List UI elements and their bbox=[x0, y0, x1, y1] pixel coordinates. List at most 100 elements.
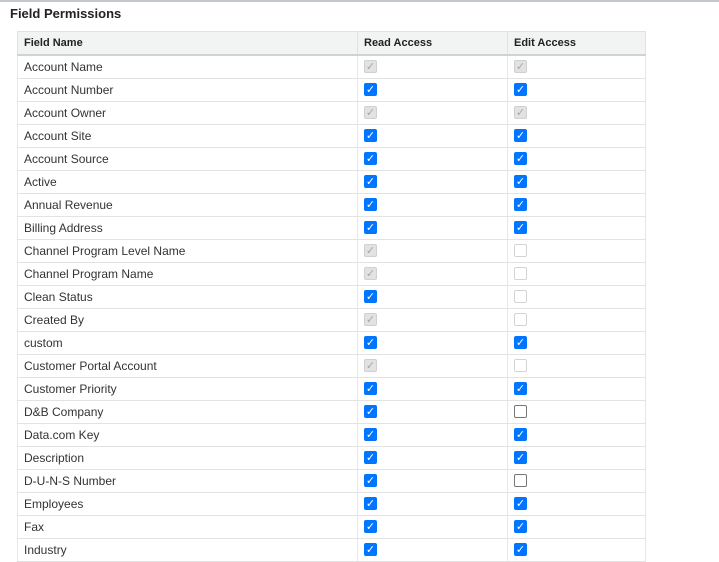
table-row: Channel Program Level Name ✓ bbox=[17, 239, 646, 263]
read-access-checkbox[interactable]: ✓ bbox=[364, 290, 377, 304]
column-header-edit-access: Edit Access bbox=[507, 31, 646, 56]
read-access-cell: ✓ bbox=[357, 170, 508, 194]
read-access-checkbox[interactable]: ✓ bbox=[364, 221, 377, 235]
edit-access-cell: ✓ bbox=[507, 446, 646, 470]
checkbox-checked-icon: ✓ bbox=[515, 520, 526, 534]
edit-access-checkbox[interactable]: ✓ bbox=[514, 129, 527, 143]
read-access-checkbox[interactable]: ✓ bbox=[364, 336, 377, 350]
edit-access-checkbox: ✓ bbox=[514, 106, 527, 120]
read-access-cell: ✓ bbox=[357, 78, 508, 102]
edit-access-checkbox[interactable] bbox=[514, 474, 527, 488]
read-access-checkbox[interactable]: ✓ bbox=[364, 451, 377, 465]
edit-access-cell bbox=[507, 262, 646, 286]
field-name-cell: Clean Status bbox=[17, 285, 358, 309]
read-access-cell: ✓ bbox=[357, 308, 508, 332]
edit-access-cell: ✓ bbox=[507, 538, 646, 562]
read-access-checkbox[interactable]: ✓ bbox=[364, 543, 377, 557]
edit-access-checkbox[interactable]: ✓ bbox=[514, 152, 527, 166]
read-access-checkbox[interactable]: ✓ bbox=[364, 198, 377, 212]
edit-access-checkbox[interactable]: ✓ bbox=[514, 221, 527, 235]
table-row: Account Owner ✓ ✓ bbox=[17, 101, 646, 125]
edit-access-cell: ✓ bbox=[507, 216, 646, 240]
read-access-checkbox: ✓ bbox=[364, 359, 377, 373]
checkbox-checked-icon: ✓ bbox=[365, 382, 376, 396]
edit-access-cell bbox=[507, 400, 646, 424]
read-access-checkbox: ✓ bbox=[364, 313, 377, 327]
edit-access-checkbox[interactable]: ✓ bbox=[514, 451, 527, 465]
table-row: Channel Program Name ✓ bbox=[17, 262, 646, 286]
table-row: Account Number ✓ ✓ bbox=[17, 78, 646, 102]
edit-access-checkbox bbox=[514, 267, 527, 281]
read-access-cell: ✓ bbox=[357, 446, 508, 470]
checkbox-checked-icon: ✓ bbox=[365, 497, 376, 511]
edit-access-checkbox bbox=[514, 359, 527, 373]
edit-access-cell: ✓ bbox=[507, 147, 646, 171]
edit-access-checkbox[interactable]: ✓ bbox=[514, 198, 527, 212]
checkbox-checked-icon: ✓ bbox=[515, 106, 526, 120]
read-access-checkbox: ✓ bbox=[364, 267, 377, 281]
checkbox-checked-icon: ✓ bbox=[515, 497, 526, 511]
checkbox-checked-icon: ✓ bbox=[365, 428, 376, 442]
column-header-field-name: Field Name bbox=[17, 31, 358, 56]
read-access-cell: ✓ bbox=[357, 400, 508, 424]
edit-access-cell: ✓ bbox=[507, 423, 646, 447]
read-access-cell: ✓ bbox=[357, 423, 508, 447]
edit-access-checkbox[interactable]: ✓ bbox=[514, 428, 527, 442]
read-access-cell: ✓ bbox=[357, 147, 508, 171]
field-name-cell: Industry bbox=[17, 538, 358, 562]
checkbox-checked-icon: ✓ bbox=[365, 267, 376, 281]
field-name-cell: Data.com Key bbox=[17, 423, 358, 447]
read-access-checkbox[interactable]: ✓ bbox=[364, 474, 377, 488]
read-access-checkbox: ✓ bbox=[364, 244, 377, 258]
checkbox-checked-icon: ✓ bbox=[365, 543, 376, 557]
checkbox-checked-icon: ✓ bbox=[515, 152, 526, 166]
edit-access-checkbox[interactable] bbox=[514, 405, 527, 419]
read-access-checkbox[interactable]: ✓ bbox=[364, 152, 377, 166]
field-name-cell: Created By bbox=[17, 308, 358, 332]
read-access-checkbox[interactable]: ✓ bbox=[364, 497, 377, 511]
section-title: Field Permissions bbox=[10, 6, 122, 21]
checkbox-checked-icon: ✓ bbox=[365, 129, 376, 143]
table-row: Customer Portal Account ✓ bbox=[17, 354, 646, 378]
read-access-checkbox[interactable]: ✓ bbox=[364, 83, 377, 97]
read-access-checkbox[interactable]: ✓ bbox=[364, 129, 377, 143]
checkbox-checked-icon: ✓ bbox=[365, 451, 376, 465]
checkbox-checked-icon: ✓ bbox=[365, 313, 376, 327]
table-row: D&B Company ✓ bbox=[17, 400, 646, 424]
table-row: Billing Address ✓ ✓ bbox=[17, 216, 646, 240]
edit-access-checkbox bbox=[514, 290, 527, 304]
edit-access-checkbox[interactable]: ✓ bbox=[514, 543, 527, 557]
read-access-cell: ✓ bbox=[357, 377, 508, 401]
edit-access-cell: ✓ bbox=[507, 377, 646, 401]
read-access-checkbox: ✓ bbox=[364, 60, 377, 74]
read-access-checkbox[interactable]: ✓ bbox=[364, 175, 377, 189]
table-row: Employees ✓ ✓ bbox=[17, 492, 646, 516]
read-access-checkbox[interactable]: ✓ bbox=[364, 382, 377, 396]
field-name-cell: D-U-N-S Number bbox=[17, 469, 358, 493]
edit-access-cell bbox=[507, 354, 646, 378]
field-name-cell: Channel Program Level Name bbox=[17, 239, 358, 263]
table-row: Active ✓ ✓ bbox=[17, 170, 646, 194]
edit-access-checkbox[interactable]: ✓ bbox=[514, 520, 527, 534]
field-name-cell: Fax bbox=[17, 515, 358, 539]
field-name-cell: Billing Address bbox=[17, 216, 358, 240]
checkbox-checked-icon: ✓ bbox=[515, 451, 526, 465]
read-access-checkbox[interactable]: ✓ bbox=[364, 428, 377, 442]
edit-access-cell: ✓ bbox=[507, 515, 646, 539]
read-access-checkbox[interactable]: ✓ bbox=[364, 520, 377, 534]
table-row: Account Name ✓ ✓ bbox=[17, 55, 646, 79]
read-access-cell: ✓ bbox=[357, 492, 508, 516]
edit-access-cell: ✓ bbox=[507, 193, 646, 217]
edit-access-checkbox[interactable]: ✓ bbox=[514, 336, 527, 350]
read-access-cell: ✓ bbox=[357, 101, 508, 125]
edit-access-checkbox[interactable]: ✓ bbox=[514, 497, 527, 511]
edit-access-checkbox[interactable]: ✓ bbox=[514, 83, 527, 97]
edit-access-checkbox bbox=[514, 313, 527, 327]
edit-access-checkbox[interactable]: ✓ bbox=[514, 382, 527, 396]
edit-access-checkbox[interactable]: ✓ bbox=[514, 175, 527, 189]
table-row: Account Site ✓ ✓ bbox=[17, 124, 646, 148]
read-access-checkbox[interactable]: ✓ bbox=[364, 405, 377, 419]
checkbox-checked-icon: ✓ bbox=[515, 175, 526, 189]
table-row: Fax ✓ ✓ bbox=[17, 515, 646, 539]
checkbox-checked-icon: ✓ bbox=[365, 175, 376, 189]
